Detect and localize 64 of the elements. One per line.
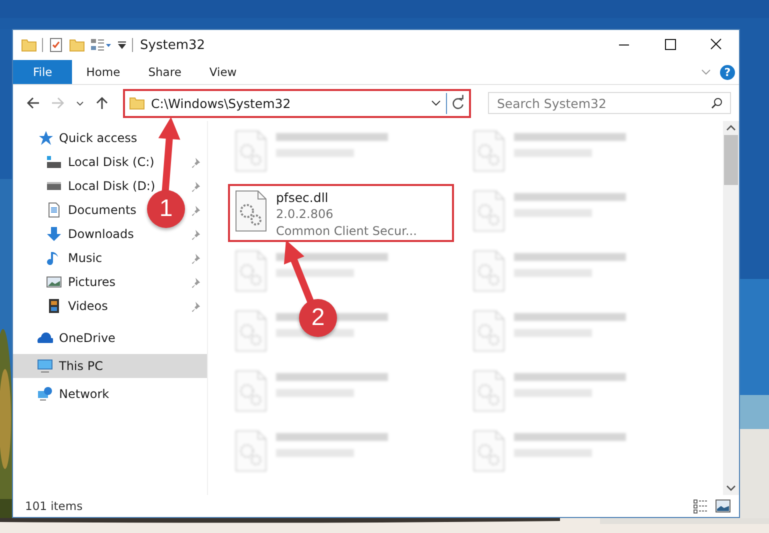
help-icon[interactable]: ? [720,64,735,80]
file-icon [234,369,268,413]
downloads-icon [46,226,62,242]
sidebar-item[interactable]: Local Disk (C:) [13,150,158,174]
file-icon [472,129,506,173]
cloud-icon [37,330,53,346]
ribbon-tab[interactable]: File [13,60,72,84]
up-arrow-icon[interactable] [94,95,110,111]
file-icon [234,129,268,173]
ribbon-tab[interactable]: Home [72,60,134,84]
videos-icon [46,298,62,314]
sidebar-item[interactable]: Videos [13,294,112,318]
file-icon [234,249,268,293]
item-count: 101 items [25,499,83,513]
folder-icon [129,95,145,111]
file-detail: 2.0.2.806 [276,206,334,223]
customize-caret-icon[interactable] [117,40,127,50]
file-icon [472,369,506,413]
sidebar-item[interactable]: Downloads [13,222,138,246]
folder-icon[interactable] [21,37,37,53]
system-disk-icon [46,154,62,170]
sidebar-item[interactable]: Music [13,246,106,270]
back-arrow-icon[interactable] [25,95,41,111]
view-dropdown-icon[interactable] [90,37,112,53]
pictures-icon [46,274,62,290]
file-icon [472,309,506,353]
file-icon [472,249,506,293]
ribbon-tab[interactable]: Share [134,60,196,84]
file-detail: Common Client Secur... [276,223,417,240]
file-item[interactable]: pfsec.dll 2.0.2.806 Common Client Secur... [228,184,454,242]
properties-icon[interactable] [48,37,64,53]
pin-icon[interactable] [190,180,201,192]
file-icon [472,189,506,233]
pin-icon[interactable] [190,204,201,216]
ribbon-tab[interactable]: View [195,60,251,84]
scrollbar-thumb[interactable] [724,135,738,185]
sidebar-item[interactable]: Pictures [13,270,120,294]
file-icon [234,429,268,473]
address-bar[interactable]: C:\Windows\System32 [125,92,447,114]
network-icon [37,386,53,402]
new-folder-icon[interactable] [69,37,85,53]
sidebar-item[interactable]: Documents [13,198,140,222]
quick-icon [37,130,53,146]
window-title: System32 [140,38,206,52]
sidebar-item[interactable]: Quick access [13,126,142,150]
file-icon [234,309,268,353]
pin-icon[interactable] [190,276,201,288]
file-icon [472,429,506,473]
sidebar-item[interactable]: OneDrive [13,326,120,350]
pc-icon [37,358,53,374]
pin-icon[interactable] [190,252,201,264]
large-icons-view-icon[interactable] [715,498,731,514]
search-icon [711,97,723,109]
details-view-icon[interactable] [693,498,709,514]
pin-icon[interactable] [190,300,201,312]
pin-icon[interactable] [190,228,201,240]
file-name: pfsec.dll [276,189,330,206]
file-icon [234,189,268,233]
address-path: C:\Windows\System32 [151,96,292,110]
search-field[interactable]: Search System32 [488,92,731,114]
sidebar-item[interactable]: Network [13,382,114,406]
documents-icon [46,202,62,218]
sidebar-item[interactable]: This PC [13,354,207,378]
pin-icon[interactable] [190,156,201,168]
